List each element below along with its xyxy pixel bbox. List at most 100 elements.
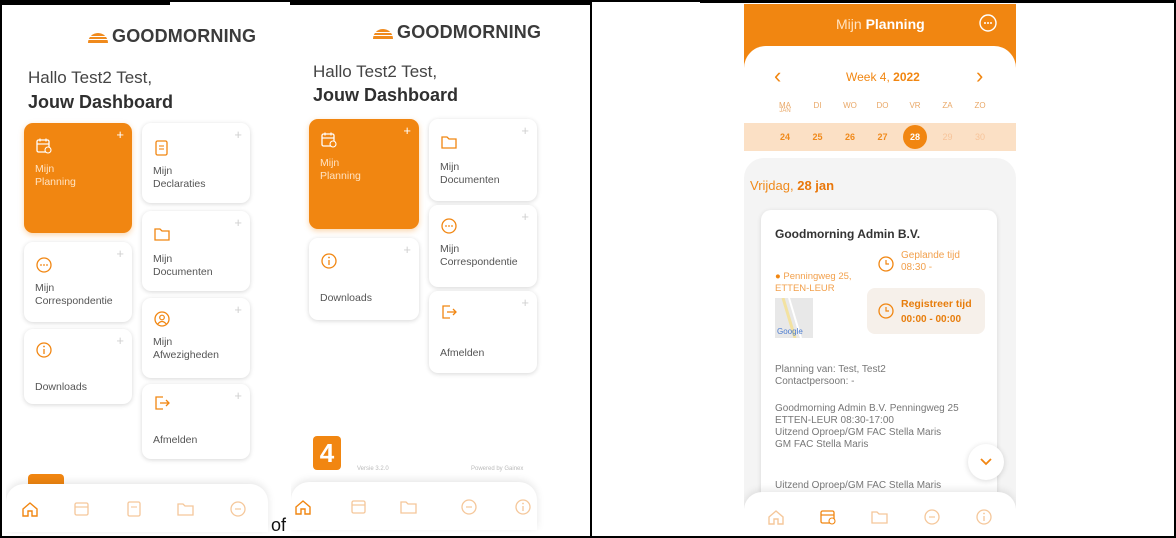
register-time-button[interactable]: Registreer tijd 00:00 - 00:00 [867, 288, 985, 334]
calendar-icon [36, 138, 52, 154]
tile-afmelden[interactable]: + Afmelden [429, 291, 537, 373]
info-icon [321, 253, 337, 269]
tile-mijn-documenten[interactable]: + Mijn Documenten [142, 211, 250, 291]
logout-icon [155, 396, 170, 410]
day-number[interactable]: 30 [968, 132, 992, 142]
home-icon[interactable] [293, 497, 313, 517]
chat-icon[interactable] [922, 507, 942, 527]
plus-icon: + [116, 246, 124, 261]
month-label: JAN [779, 108, 791, 114]
day-number[interactable]: 24 [773, 132, 797, 142]
plus-icon: + [116, 333, 124, 348]
bottom-navigation [291, 482, 537, 530]
info-icon[interactable] [513, 497, 533, 517]
plus-icon: + [403, 123, 411, 138]
selected-date: Vrijdag, 28 jan [750, 178, 834, 193]
plus-icon: + [234, 215, 242, 230]
detail-line: Goodmorning Admin B.V. Penningweg 25 [775, 403, 959, 414]
tile-mijn-correspondentie[interactable]: + Mijn Correspondentie [429, 205, 537, 287]
chat-icon [441, 218, 457, 234]
planning-screen: Mijn Planning ‹ Week 4, 2022 › MA DI WO DO V… [744, 4, 1016, 536]
date-bold: 28 jan [797, 178, 835, 193]
day-name: VR [909, 101, 921, 110]
tile-label-line: Correspondentie [35, 295, 113, 307]
appointment-card[interactable]: Goodmorning Admin B.V. ● Penningweg 25, … [761, 210, 997, 530]
page-title: Jouw Dashboard [313, 85, 459, 105]
tile-mijn-declaraties[interactable]: + Mijn Declaraties [142, 123, 250, 203]
tile-label-line: Afwezigheden [153, 349, 219, 361]
folder-icon[interactable] [399, 497, 419, 517]
calendar-icon[interactable] [72, 499, 92, 519]
map-label: Google [777, 327, 803, 336]
tile-label: Mijn Declaraties [153, 165, 206, 191]
chat-icon[interactable] [228, 499, 248, 519]
tile-label: Mijn Documenten [440, 161, 500, 187]
sun-logo-icon [372, 27, 394, 39]
day-number[interactable]: 27 [871, 132, 895, 142]
date-prefix: Vrijdag, [750, 178, 798, 193]
home-icon[interactable] [20, 499, 40, 519]
tile-label: Downloads [35, 381, 87, 393]
page-title: Mijn Planning [836, 16, 925, 32]
plus-icon: + [234, 127, 242, 142]
week-label: Week 4, 2022 [846, 70, 920, 84]
tile-label-line: Planning [320, 170, 361, 182]
scroll-down-button[interactable] [968, 444, 1004, 480]
tile-label: Mijn Correspondentie [35, 282, 113, 308]
folder-icon[interactable] [176, 499, 196, 519]
calendar-icon[interactable] [818, 507, 838, 527]
home-icon[interactable] [766, 507, 786, 527]
map-thumbnail[interactable]: Google [775, 298, 813, 338]
tile-mijn-afwezigheden[interactable]: + Mijn Afwezigheden [142, 298, 250, 378]
tile-afmelden[interactable]: + Afmelden [142, 384, 250, 459]
day-name: DI [813, 101, 822, 110]
plus-icon: + [403, 242, 411, 257]
day-number[interactable]: 26 [838, 132, 862, 142]
tile-label-line: Mijn [440, 161, 460, 173]
day-name: ZA [942, 101, 953, 110]
calendar-icon[interactable] [349, 497, 369, 517]
tile-label-line: Correspondentie [440, 256, 518, 268]
chat-icon[interactable] [459, 497, 479, 517]
chat-icon [36, 257, 52, 273]
chat-icon[interactable] [978, 13, 998, 33]
info-icon[interactable] [974, 507, 994, 527]
detail-line: Uitzend Oproep/GM FAC Stella Maris [775, 480, 942, 491]
folder-icon [154, 228, 170, 241]
week-prev-button[interactable]: ‹ [774, 65, 781, 87]
user-circle-icon [154, 311, 170, 327]
tile-label-line: Documenten [153, 266, 213, 278]
tile-label-line: Mijn [153, 165, 173, 177]
tile-mijn-documenten[interactable]: + Mijn Documenten [429, 119, 537, 201]
document-icon[interactable] [124, 499, 144, 519]
greeting-text: Hallo Test2 Test, [313, 62, 438, 81]
tile-mijn-correspondentie[interactable]: + Mijn Correspondentie [24, 242, 132, 322]
tile-label-line: Mijn [35, 163, 55, 175]
logout-icon [442, 305, 457, 319]
info-icon [36, 342, 52, 358]
week-next-button[interactable]: › [976, 65, 983, 87]
detail-line: ETTEN-LEUR 08:30-17:00 [775, 415, 894, 426]
plus-icon: + [521, 123, 529, 138]
week-label-text: Week 4, [846, 70, 894, 84]
dashboard-screen-1: GOODMORNING Hallo Test2 Test, Jouw Dashb… [6, 6, 286, 534]
tile-label: Afmelden [440, 347, 485, 359]
contact-text: Contactpersoon: - [775, 376, 855, 387]
tile-downloads[interactable]: + Downloads [309, 238, 419, 320]
tile-label-line: Mijn [440, 243, 460, 255]
brand-logo: GOODMORNING [87, 26, 256, 47]
day-number[interactable]: 25 [806, 132, 830, 142]
day-name: DO [876, 101, 889, 110]
brand-name: GOODMORNING [397, 22, 542, 42]
tile-downloads[interactable]: + Downloads [24, 329, 132, 404]
day-number[interactable]: 28 [903, 125, 927, 149]
plus-icon: + [116, 127, 124, 142]
plus-icon: + [234, 388, 242, 403]
day-number[interactable]: 29 [936, 132, 960, 142]
tile-mijn-planning[interactable]: + Mijn Planning [24, 123, 132, 233]
bottom-navigation [6, 484, 268, 532]
folder-icon[interactable] [870, 507, 890, 527]
planned-time: Geplande tijd 08:30 - [901, 250, 960, 274]
plus-icon: + [521, 209, 529, 224]
tile-mijn-planning[interactable]: + Mijn Planning [309, 119, 419, 229]
